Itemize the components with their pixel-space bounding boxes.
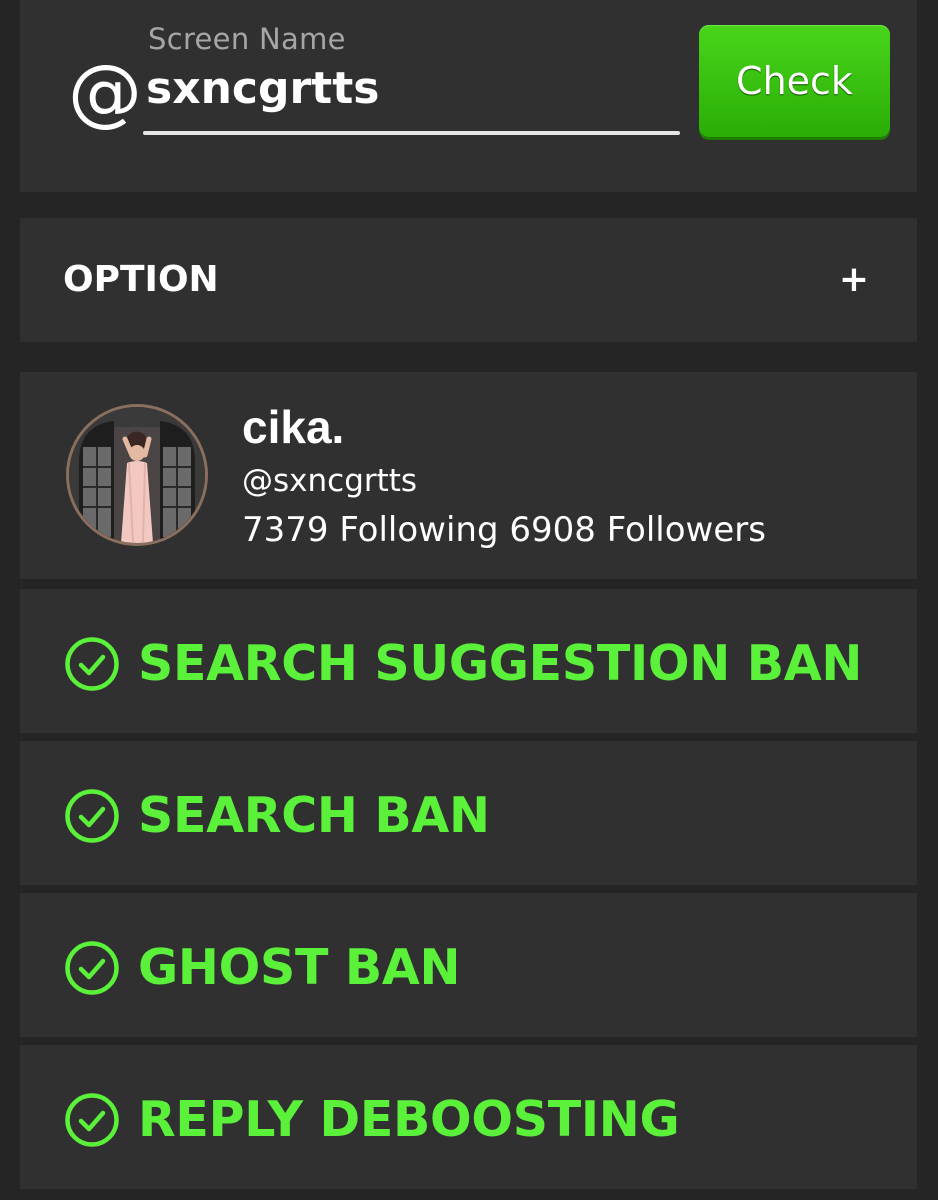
result-label: GHOST BAN	[138, 939, 461, 996]
check-circle-icon	[65, 941, 119, 995]
check-circle-icon	[65, 1093, 119, 1147]
profile-handle: @sxncgrtts	[242, 463, 418, 499]
display-name: cika.	[242, 401, 345, 453]
screen-name-label: Screen Name	[148, 22, 346, 56]
result-search-suggestion-ban: SEARCH SUGGESTION BAN	[20, 589, 917, 733]
check-circle-icon	[65, 637, 119, 691]
check-button-label: Check	[736, 59, 853, 103]
result-label: SEARCH BAN	[138, 787, 490, 844]
result-reply-deboosting: REPLY DEBOOSTING	[20, 1045, 917, 1189]
avatar	[66, 404, 208, 546]
result-search-ban: SEARCH BAN	[20, 741, 917, 885]
result-ghost-ban: GHOST BAN	[20, 893, 917, 1037]
plus-icon[interactable]: +	[835, 261, 873, 299]
search-card: @ Screen Name Check	[20, 0, 917, 192]
option-toggle[interactable]: OPTION +	[20, 218, 917, 342]
check-button[interactable]: Check	[699, 25, 890, 137]
result-label: SEARCH SUGGESTION BAN	[138, 635, 863, 692]
input-underline	[143, 131, 680, 135]
result-label: REPLY DEBOOSTING	[138, 1091, 680, 1148]
check-circle-icon	[65, 789, 119, 843]
screen-name-input[interactable]	[146, 59, 681, 117]
profile-card: cika. @sxncgrtts 7379 Following 6908 Fol…	[20, 372, 917, 579]
option-label: OPTION	[63, 259, 219, 300]
follow-stats: 7379 Following 6908 Followers	[242, 510, 766, 550]
at-icon: @	[68, 49, 142, 135]
